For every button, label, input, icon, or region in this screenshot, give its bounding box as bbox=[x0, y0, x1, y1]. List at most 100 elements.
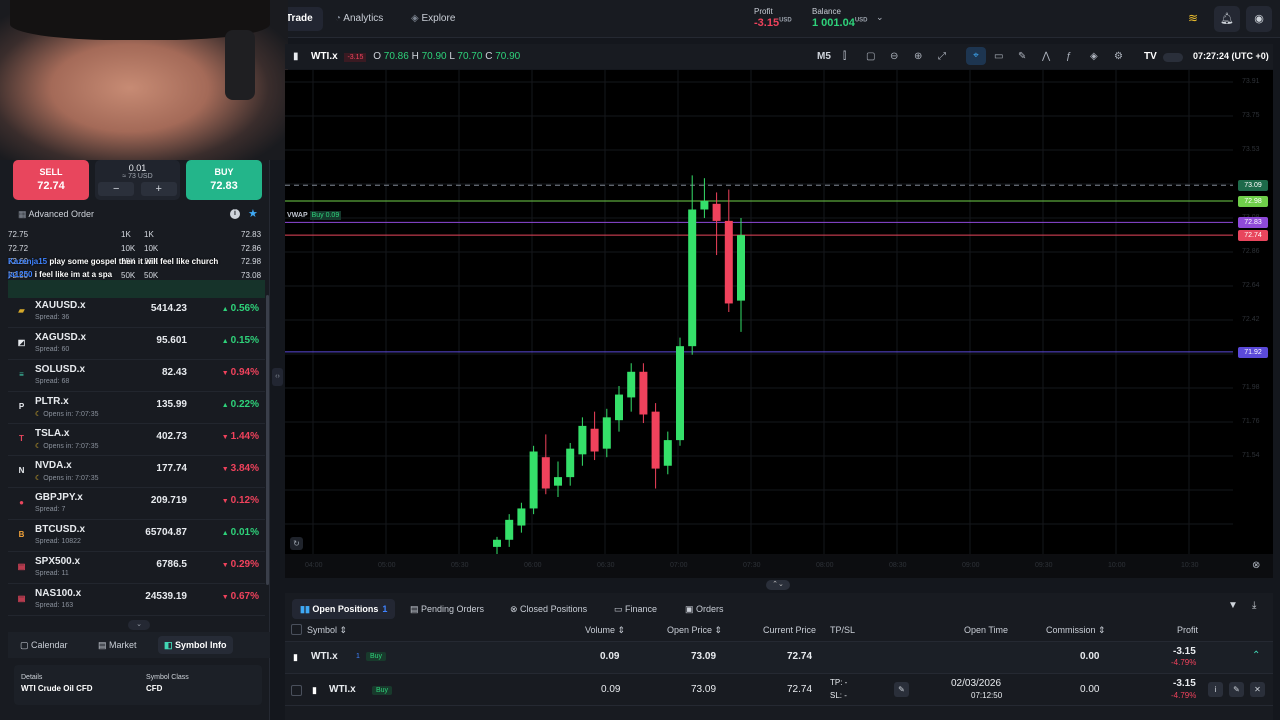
silver-icon: ◩ bbox=[17, 338, 26, 347]
watchlist-row[interactable]: ● GBPJPY.x Spread: 7 209.719 ▼ 0.12% bbox=[8, 488, 265, 520]
expand-handle-icon[interactable]: ⌄ bbox=[128, 620, 150, 630]
watchlist-row[interactable]: ▤ NAS100.x Spread: 163 24539.19 ▼ 0.67% bbox=[8, 584, 265, 616]
flag-us-icon: ▤ bbox=[17, 562, 26, 571]
user-icon[interactable]: ◉ bbox=[1246, 6, 1272, 32]
time-axis[interactable]: 04:00 05:00 05:30 06:00 06:30 07:00 07:30 08:00… bbox=[285, 554, 1273, 578]
watchlist-price: 209.719 bbox=[150, 495, 187, 506]
group-current-price: 72.74 bbox=[787, 651, 813, 662]
watchlist-row[interactable]: P PLTR.x ☾ Opens in: 7:07:35 135.99 ▲ 0.22% bbox=[8, 392, 265, 424]
balance-value: 1 001.04 bbox=[812, 17, 855, 29]
group-symbol: WTI.x bbox=[311, 651, 338, 662]
watchlist-row[interactable]: T TSLA.x ☾ Opens in: 7:07:35 402.73 ▼ 1.44% bbox=[8, 424, 265, 456]
increase-lot-button[interactable]: + bbox=[140, 182, 177, 196]
watchlist-price: 5414.23 bbox=[150, 303, 187, 314]
arrow-up-icon: ▲ bbox=[221, 338, 231, 345]
layers-icon[interactable]: ◈ bbox=[1090, 51, 1098, 62]
settings-icon[interactable]: ⚙ bbox=[1114, 51, 1123, 62]
close-position-icon[interactable]: ✕ bbox=[1250, 682, 1265, 697]
watchlist-price: 95.601 bbox=[156, 335, 187, 346]
col-tpsl[interactable]: TP/SL bbox=[830, 625, 855, 635]
chevron-down-icon[interactable]: ⌄ bbox=[876, 12, 884, 23]
sell-button[interactable]: SELL 72.74 bbox=[13, 160, 89, 200]
nav-tab-analytics[interactable]: ◔ Analytics bbox=[325, 7, 393, 31]
watchlist-row[interactable]: N NVDA.x ☾ Opens in: 7:07:35 177.74 ▼ 3.84% bbox=[8, 456, 265, 488]
indicator-icon[interactable]: ƒ bbox=[1066, 51, 1072, 62]
moon-icon: ☾ bbox=[35, 443, 44, 450]
chevron-up-icon[interactable]: ⌃ bbox=[1252, 650, 1260, 661]
time-tick-label: 04:00 bbox=[305, 562, 323, 569]
pending-icon: ▤ bbox=[410, 604, 422, 614]
pattern-icon[interactable]: ⋀ bbox=[1042, 51, 1050, 62]
watchlist-row[interactable]: ▰ XAUUSD.x Spread: 36 5414.23 ▲ 0.56% bbox=[8, 296, 265, 328]
star-icon[interactable]: ★ bbox=[248, 207, 258, 220]
tab-finance[interactable]: ▭ Finance bbox=[606, 599, 665, 619]
pen-icon[interactable]: ✎ bbox=[1018, 51, 1026, 62]
fullscreen-icon[interactable]: ⤢ bbox=[938, 51, 946, 62]
group-profit: -3.15 bbox=[1173, 646, 1196, 657]
auto-scale-icon[interactable]: ⊗ bbox=[1252, 560, 1260, 571]
position-row[interactable] bbox=[285, 674, 1273, 706]
price-axis[interactable]: 73.9173.7573.5373.3073.0872.8672.6472.42… bbox=[1233, 70, 1273, 554]
depth-row: 72.75 1K 1K 72.83 bbox=[8, 228, 265, 241]
bell-icon[interactable]: 🔔︎ bbox=[1214, 6, 1240, 32]
watchlist-change: ▼ 0.67% bbox=[221, 591, 259, 602]
ruler-icon[interactable]: ▭ bbox=[994, 51, 1003, 62]
filter-icon[interactable]: ▼ bbox=[1228, 600, 1238, 611]
zoom-in-icon[interactable]: ⊕ bbox=[914, 51, 922, 62]
tab-calendar[interactable]: ▢ Calendar bbox=[14, 636, 74, 654]
symbol-class-value: CFD bbox=[146, 684, 163, 693]
chat-message: Kazenja15 play some gospel then it will … bbox=[8, 257, 219, 266]
closed-icon: ⊗ bbox=[510, 604, 521, 614]
tab-pending-orders[interactable]: ▤ Pending Orders bbox=[402, 599, 492, 619]
info-icon[interactable]: i bbox=[1208, 682, 1223, 697]
price-chart[interactable] bbox=[285, 70, 1233, 554]
reset-chart-icon[interactable]: ↻ bbox=[290, 537, 303, 550]
candlestick-type-icon[interactable]: ⫿ bbox=[843, 51, 846, 62]
edit-icon[interactable]: ✎ bbox=[1229, 682, 1244, 697]
col-profit[interactable]: Profit bbox=[1177, 625, 1198, 635]
watchlist-symbol: GBPJPY.x bbox=[35, 492, 83, 503]
collapse-sidebar-icon[interactable]: ‹› bbox=[272, 368, 283, 386]
nav-tab-explore[interactable]: ◈ Explore bbox=[401, 7, 465, 31]
oil-icon: ▮ bbox=[312, 685, 317, 695]
buy-button[interactable]: BUY 72.83 bbox=[186, 160, 262, 200]
zoom-out-icon[interactable]: ⊖ bbox=[890, 51, 898, 62]
select-all-checkbox[interactable] bbox=[291, 624, 302, 635]
timeframe-selector[interactable]: M5 bbox=[817, 51, 831, 62]
tab-open-positions[interactable]: ▮▮ Open Positions 1 bbox=[292, 599, 396, 619]
col-commission[interactable]: Commission ⇕ bbox=[1046, 625, 1106, 636]
symbol-class-label: Symbol Class bbox=[146, 674, 189, 681]
tab-orders[interactable]: ▣ Orders bbox=[677, 599, 732, 619]
col-open-time[interactable]: Open Time bbox=[964, 625, 1008, 635]
download-icon[interactable]: ⤓ bbox=[1252, 600, 1256, 611]
col-volume[interactable]: Volume ⇕ bbox=[585, 625, 625, 636]
watchlist-row[interactable]: ▤ SPX500.x Spread: 11 6786.5 ▼ 0.29% bbox=[8, 552, 265, 584]
row-tp: TP: - bbox=[830, 678, 848, 687]
toggle-switch[interactable] bbox=[1163, 53, 1183, 62]
position-tag: Buy 0.09 bbox=[309, 211, 342, 220]
info-icon[interactable]: i bbox=[230, 209, 240, 219]
watchlist-row[interactable]: B BTCUSD.x Spread: 10822 65704.87 ▲ 0.01% bbox=[8, 520, 265, 552]
lot-size-stepper[interactable]: 0.01 ≈ 73 USD − + bbox=[95, 160, 180, 200]
edit-tpsl-icon[interactable]: ✎ bbox=[894, 682, 909, 697]
decrease-lot-button[interactable]: − bbox=[98, 182, 135, 196]
time-tick-label: 09:30 bbox=[1035, 562, 1053, 569]
watchlist-row[interactable]: ≡ SOLUSD.x Spread: 68 82.43 ▼ 0.94% bbox=[8, 360, 265, 392]
tab-market[interactable]: ▤ Market bbox=[92, 636, 143, 654]
watchlist-row[interactable]: ◩ XAGUSD.x Spread: 60 95.601 ▲ 0.15% bbox=[8, 328, 265, 360]
price-tick-label: 73.91 bbox=[1242, 78, 1260, 85]
advanced-order-toggle[interactable]: ▦ Advanced Order bbox=[18, 209, 94, 220]
tab-closed-positions[interactable]: ⊗ Closed Positions bbox=[502, 599, 595, 619]
crosshair-icon[interactable]: ⌖ bbox=[966, 47, 986, 65]
watchlist-scrollbar[interactable] bbox=[266, 295, 269, 585]
lot-value: 0.01 bbox=[128, 163, 147, 173]
rectangle-icon[interactable]: ▢ bbox=[866, 51, 875, 62]
col-symbol[interactable]: Symbol ⇕ bbox=[307, 625, 347, 636]
tab-symbol-info[interactable]: ◧ Symbol Info bbox=[158, 636, 233, 654]
row-checkbox[interactable] bbox=[291, 685, 302, 696]
position-group-row[interactable] bbox=[285, 642, 1273, 674]
col-open-price[interactable]: Open Price ⇕ bbox=[667, 625, 722, 636]
side-badge: Buy bbox=[366, 652, 387, 661]
toggle-panel-icon[interactable]: ⌃⌄ bbox=[766, 580, 790, 590]
col-current-price[interactable]: Current Price bbox=[763, 625, 816, 635]
